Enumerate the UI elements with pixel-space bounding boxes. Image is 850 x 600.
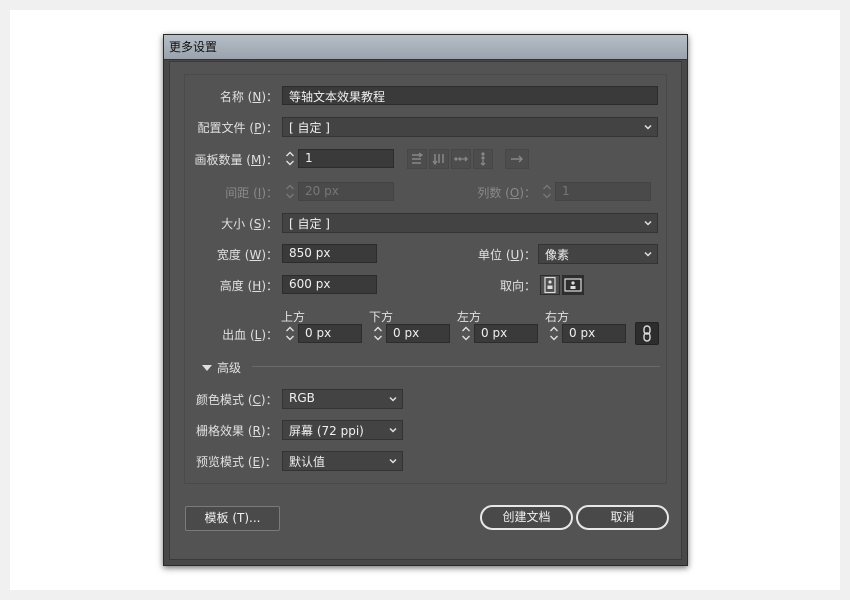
raster-effects-label: 栅格效果 (R)：	[196, 424, 278, 438]
stepper-arrows-icon	[286, 151, 294, 166]
columns-input[interactable]: 1	[555, 182, 651, 201]
landscape-orientation-button[interactable]	[562, 275, 584, 295]
document-name-input[interactable]: 等轴文本效果教程	[282, 86, 658, 105]
bleed-right-input[interactable]: 0 px	[562, 324, 626, 343]
grid-by-column-icon	[432, 154, 444, 166]
arrange-by-column-icon	[480, 152, 486, 166]
bleed-top-stepper[interactable]	[283, 324, 297, 343]
stepper-arrows-icon	[462, 326, 470, 341]
stepper-arrows-icon	[286, 184, 294, 199]
units-label: 单位 (U)：	[478, 248, 536, 262]
bleed-bottom-input[interactable]: 0 px	[386, 324, 450, 343]
dialog-body: 名称 (N)： 等轴文本效果教程 配置文件 (P)： [ 自定 ] 画板数量 (…	[169, 61, 682, 560]
chevron-down-icon	[389, 396, 397, 402]
grid-by-row-icon	[412, 152, 424, 164]
chevron-down-icon	[389, 458, 397, 464]
stepper-arrows-icon	[286, 326, 294, 341]
artboards-stepper[interactable]	[283, 149, 297, 168]
advanced-section-title[interactable]: 高级	[217, 359, 241, 376]
width-input[interactable]: 850 px	[282, 244, 377, 263]
units-select-value: 像素	[545, 248, 570, 262]
profile-label: 配置文件 (P)：	[197, 121, 278, 135]
color-mode-value: RGB	[289, 391, 315, 405]
arrange-by-row-icon	[454, 156, 468, 162]
arrange-by-column-button[interactable]	[473, 149, 493, 169]
caret-down-icon[interactable]	[201, 363, 213, 373]
spacing-stepper[interactable]	[283, 182, 297, 201]
bleed-left-input[interactable]: 0 px	[474, 324, 538, 343]
change-layout-direction-button[interactable]	[505, 149, 529, 169]
landscape-icon	[564, 278, 582, 292]
orientation-label: 取向：	[499, 279, 536, 293]
chevron-down-icon	[389, 427, 397, 433]
bleed-top-label: 上方	[281, 310, 306, 324]
bleed-left-stepper[interactable]	[459, 324, 473, 343]
units-select[interactable]: 像素	[538, 244, 658, 264]
section-divider	[252, 366, 660, 367]
stepper-arrows-icon	[374, 326, 382, 341]
bleed-left-label: 左方	[457, 310, 482, 324]
size-select[interactable]: [ 自定 ]	[282, 213, 658, 233]
chevron-down-icon	[644, 251, 652, 257]
raster-effects-value: 屏幕 (72 ppi)	[289, 424, 364, 438]
stepper-arrows-icon	[543, 184, 551, 199]
bleed-label: 出血 (L)：	[222, 328, 278, 342]
profile-select-value: [ 自定 ]	[289, 121, 330, 135]
height-input[interactable]: 600 px	[282, 275, 377, 294]
bleed-right-label: 右方	[545, 310, 570, 324]
spacing-input[interactable]: 20 px	[298, 182, 394, 201]
width-label: 宽度 (W)：	[216, 248, 278, 262]
dialog-titlebar[interactable]: 更多设置	[164, 35, 687, 60]
color-mode-select[interactable]: RGB	[282, 389, 403, 409]
color-mode-label: 颜色模式 (C)：	[196, 393, 278, 407]
portrait-orientation-button[interactable]	[540, 275, 560, 295]
bleed-bottom-label: 下方	[369, 310, 394, 324]
arrange-by-row-button[interactable]	[451, 149, 471, 169]
size-label: 大小 (S)：	[221, 217, 278, 231]
arrow-right-icon	[511, 155, 523, 163]
create-document-button[interactable]: 创建文档	[480, 505, 573, 530]
preview-mode-select[interactable]: 默认值	[282, 451, 403, 471]
cancel-button[interactable]: 取消	[576, 505, 669, 530]
chevron-down-icon	[644, 124, 652, 130]
bleed-top-input[interactable]: 0 px	[298, 324, 362, 343]
bleed-right-stepper[interactable]	[547, 324, 561, 343]
grid-by-column-button[interactable]	[429, 149, 449, 169]
height-label: 高度 (H)：	[219, 279, 278, 293]
chain-link-icon	[643, 325, 651, 342]
columns-label: 列数 (O)：	[477, 186, 536, 200]
stepper-arrows-icon	[550, 326, 558, 341]
preview-mode-label: 预览模式 (E)：	[196, 455, 277, 469]
bleed-bottom-stepper[interactable]	[371, 324, 385, 343]
dialog-title: 更多设置	[169, 40, 218, 54]
grid-by-row-button[interactable]	[407, 149, 427, 169]
chevron-down-icon	[644, 220, 652, 226]
portrait-icon	[544, 276, 556, 294]
artboards-label: 画板数量 (M)：	[194, 153, 278, 167]
size-select-value: [ 自定 ]	[289, 217, 330, 231]
templates-button[interactable]: 模板 (T)...	[185, 506, 280, 531]
link-bleed-button[interactable]	[635, 322, 659, 345]
raster-effects-select[interactable]: 屏幕 (72 ppi)	[282, 420, 403, 440]
spacing-label: 间距 (I)：	[225, 186, 278, 200]
name-label: 名称 (N)：	[219, 90, 278, 104]
more-settings-dialog: 更多设置 名称 (N)： 等轴文本效果教程 配置文件 (P)： [ 自定 ] 画…	[163, 34, 688, 566]
profile-select[interactable]: [ 自定 ]	[282, 117, 658, 137]
columns-stepper[interactable]	[540, 182, 554, 201]
artboards-count-input[interactable]: 1	[298, 149, 394, 168]
preview-mode-value: 默认值	[289, 455, 326, 469]
